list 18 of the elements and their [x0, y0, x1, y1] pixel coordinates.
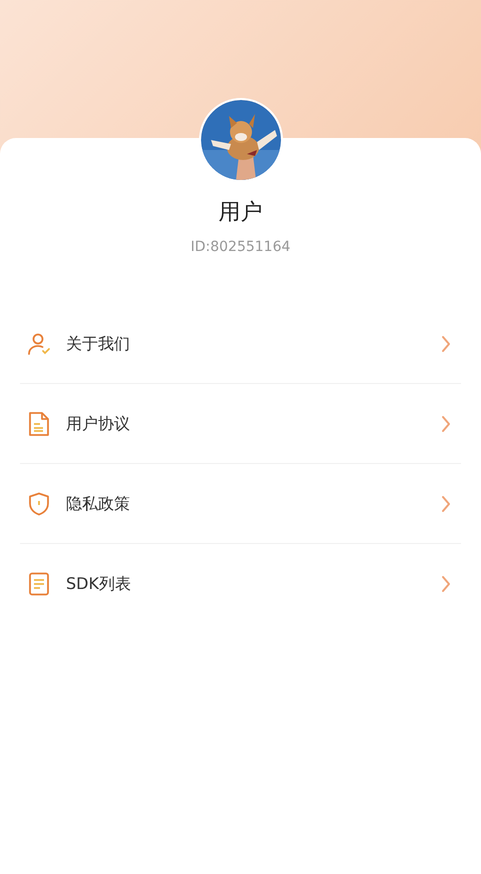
menu-label: SDK列表: [66, 573, 132, 595]
chevron-right-icon: [441, 575, 451, 593]
chevron-right-icon: [441, 494, 451, 512]
list-icon: [28, 572, 50, 596]
menu-label: 用户协议: [66, 412, 131, 434]
user-name: 用户: [218, 202, 262, 224]
menu-item[interactable]: 用户协议: [20, 384, 461, 464]
menu-label: 关于我们: [66, 332, 131, 354]
menu-label: 隐私政策: [66, 492, 131, 514]
shield-icon: [28, 492, 50, 516]
menu-item[interactable]: 隐私政策: [20, 464, 461, 544]
user-check-icon: [27, 332, 51, 356]
user-id: ID:802551164: [190, 240, 290, 254]
document-icon: [28, 410, 50, 436]
chevron-right-icon: [441, 334, 451, 352]
menu-item[interactable]: 关于我们: [20, 304, 461, 384]
chevron-right-icon: [441, 414, 451, 432]
menu-item[interactable]: SDK列表: [20, 544, 461, 624]
